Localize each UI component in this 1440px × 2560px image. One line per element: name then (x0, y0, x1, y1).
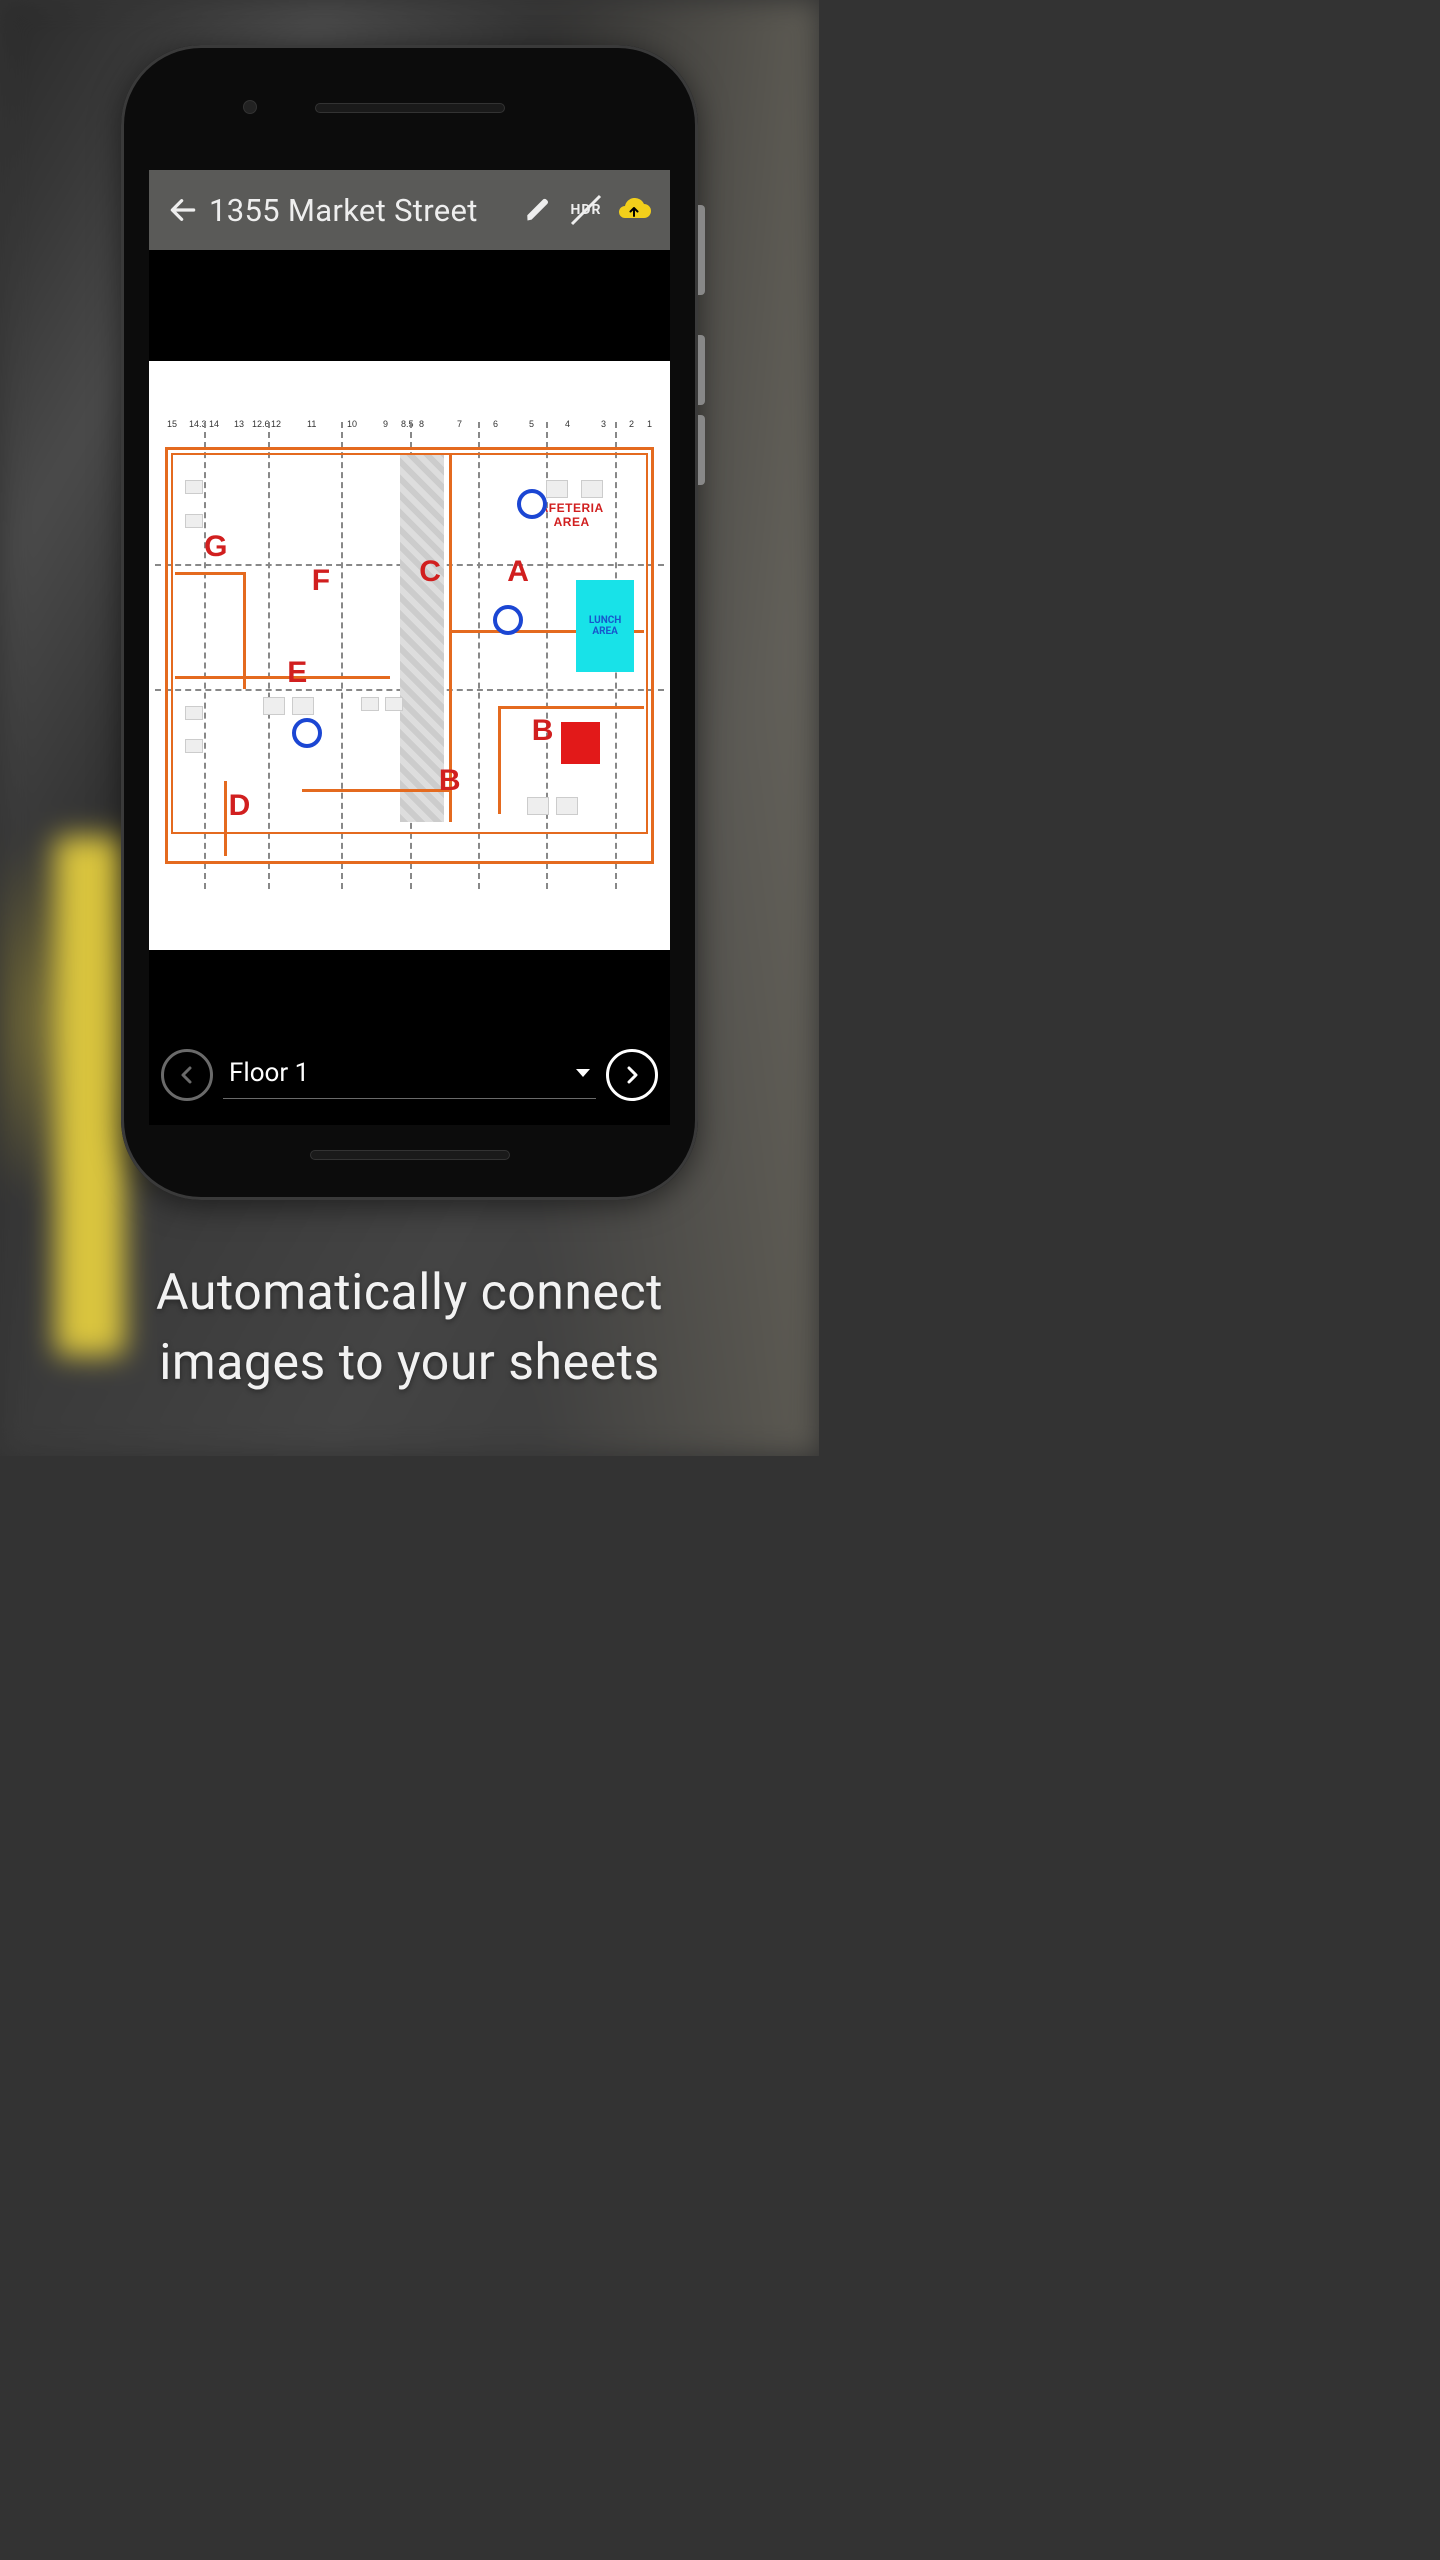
grid-tick: 10 (347, 419, 357, 429)
hdr-toggle-button[interactable]: HDR (564, 188, 608, 232)
phone-side-button (698, 335, 705, 405)
plan-wall (224, 781, 227, 856)
phone-mockup: 1355 Market Street HDR (121, 45, 698, 1200)
floor-plan-sheet[interactable]: 15 14.3 14 13 12.6 12 11 10 9 8.5 8 7 6 … (149, 361, 670, 950)
plan-fixture (556, 797, 578, 815)
upload-button[interactable] (612, 188, 656, 232)
chevron-down-icon (576, 1069, 590, 1077)
chevron-left-icon (175, 1063, 199, 1087)
grid-tick: 14 (209, 419, 219, 429)
grid-tick: 3 (601, 419, 606, 429)
grid-tick: 12 (271, 419, 281, 429)
app-screen: 1355 Market Street HDR (149, 170, 670, 1125)
plan-marker[interactable] (292, 718, 322, 748)
caption-line-2: images to your sheets (159, 1334, 660, 1392)
zone-label-e: E (287, 656, 307, 690)
phone-camera-dot (243, 100, 257, 114)
zone-label-a: A (507, 555, 529, 589)
plan-corridor (400, 455, 444, 822)
phone-bottom-speaker (310, 1150, 510, 1160)
plan-fixture (581, 480, 603, 498)
arrow-left-icon (167, 194, 199, 226)
plan-fixture (527, 797, 549, 815)
caption-line-1: Automatically connect (156, 1264, 663, 1322)
grid-tick: 11 (307, 419, 316, 429)
phone-speaker (315, 103, 505, 113)
grid-tick: 15 (167, 419, 177, 429)
plan-fixture (185, 514, 203, 528)
plan-wall (243, 572, 246, 689)
lunch-area-box: LUNCH AREA (576, 580, 635, 672)
plan-marker[interactable] (517, 489, 547, 519)
cloud-upload-icon (616, 196, 652, 224)
grid-tick: 6 (493, 419, 498, 429)
app-bar: 1355 Market Street HDR (149, 170, 670, 250)
floor-selector[interactable]: Floor 1 (223, 1051, 596, 1099)
plan-fixture (292, 697, 314, 715)
plan-fixture (263, 697, 285, 715)
next-sheet-button[interactable] (606, 1049, 658, 1101)
grid-tick: 1 (647, 419, 652, 429)
back-button[interactable] (163, 190, 203, 230)
slash-icon (566, 190, 606, 230)
grid-tick: 2 (629, 419, 634, 429)
bottom-bar: Floor 1 (149, 1025, 670, 1125)
chevron-right-icon (620, 1063, 644, 1087)
grid-tick: 5 (529, 419, 534, 429)
plan-fixture (185, 706, 203, 720)
plan-wall (498, 706, 501, 814)
pencil-icon (524, 196, 552, 224)
plan-inner: LUNCH AREA G F E D C A B B AFETERIA AREA (165, 447, 654, 864)
grid-tick: 4 (565, 419, 570, 429)
plan-wall (175, 572, 243, 575)
promo-caption: Automatically connect images to your she… (0, 1258, 819, 1398)
phone-side-button (698, 205, 705, 295)
page-title: 1355 Market Street (209, 192, 478, 229)
zone-label-b2: B (439, 764, 461, 798)
edit-button[interactable] (516, 188, 560, 232)
plan-fixture (385, 697, 403, 711)
zone-label-g: G (204, 530, 227, 564)
zone-label-b: B (532, 714, 554, 748)
floor-selector-value: Floor 1 (229, 1058, 309, 1088)
zone-label-f: F (312, 564, 330, 598)
grid-tick: 8.5 (401, 419, 414, 429)
grid-tick: 7 (457, 419, 462, 429)
plan-marker[interactable] (493, 605, 523, 635)
red-highlight-box (561, 722, 600, 764)
plan-wall (175, 676, 390, 679)
zone-label-c: C (419, 555, 441, 589)
plan-fixture (185, 480, 203, 494)
plan-fixture (185, 739, 203, 753)
lunch-area-label: LUNCH AREA (576, 615, 635, 637)
previous-sheet-button[interactable] (161, 1049, 213, 1101)
plan-viewer[interactable]: 15 14.3 14 13 12.6 12 11 10 9 8.5 8 7 6 … (149, 250, 670, 1045)
grid-tick: 13 (234, 419, 244, 429)
zone-label-d: D (229, 789, 251, 823)
plan-wall (302, 789, 449, 792)
grid-tick: 9 (383, 419, 388, 429)
plan-fixture (361, 697, 379, 711)
grid-tick: 8 (419, 419, 424, 429)
phone-side-button (698, 415, 705, 485)
plan-wall (498, 706, 645, 709)
plan-fixture (546, 480, 568, 498)
cafeteria-label: AFETERIA AREA (537, 501, 607, 529)
